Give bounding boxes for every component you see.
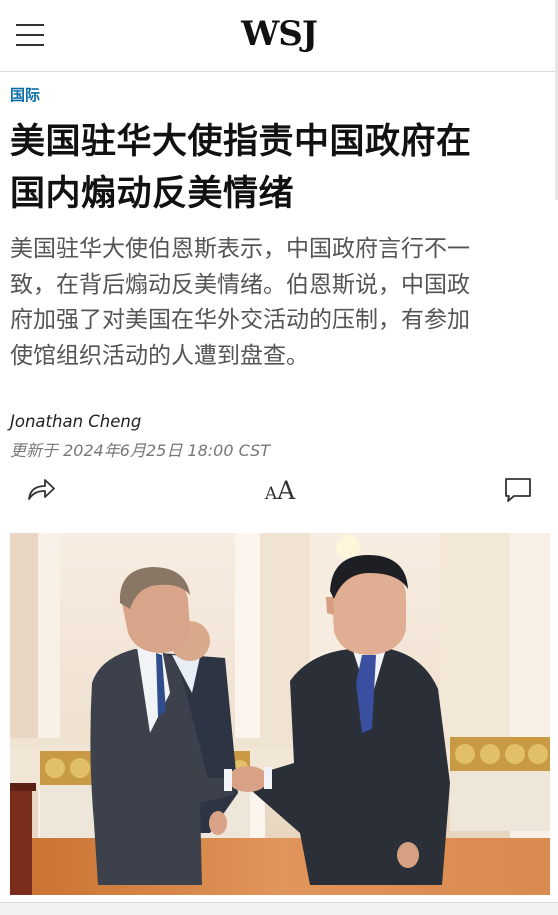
text-size-icon[interactable]: AA <box>262 474 298 506</box>
article-headline: 美国驻华大使指责中国政府在 国内煽动反美情绪 <box>10 116 550 220</box>
wsj-logo[interactable]: WSJ <box>0 14 558 54</box>
summary-line: 使馆组织活动的人遭到盘查。 <box>10 342 309 369</box>
article-photo[interactable] <box>10 533 550 895</box>
headline-line: 美国驻华大使指责中国政府在 <box>10 122 472 162</box>
bottom-bar <box>0 902 558 915</box>
summary-line: 美国驻华大使伯恩斯表示，中国政府言行不一 <box>10 236 470 262</box>
summary-line: 致，在背后煽动反美情绪。伯恩斯说，中国政 <box>10 271 470 298</box>
article-summary: 美国驻华大使伯恩斯表示，中国政府言行不一 致，在背后煽动反美情绪。伯恩斯说，中国… <box>10 232 552 374</box>
top-header: WSJ <box>0 0 558 72</box>
summary-line: 府加强了对美国在华外交活动的压制，有参加 <box>10 307 470 333</box>
section-label[interactable]: 国际 <box>10 84 40 105</box>
comment-icon[interactable] <box>500 474 536 506</box>
author-name[interactable]: Jonathan Cheng <box>10 412 141 431</box>
updated-timestamp: 更新于 2024年6月25日 18:00 CST <box>10 441 271 460</box>
share-icon[interactable] <box>23 474 59 506</box>
headline-line: 国内煽动反美情绪 <box>10 174 295 214</box>
